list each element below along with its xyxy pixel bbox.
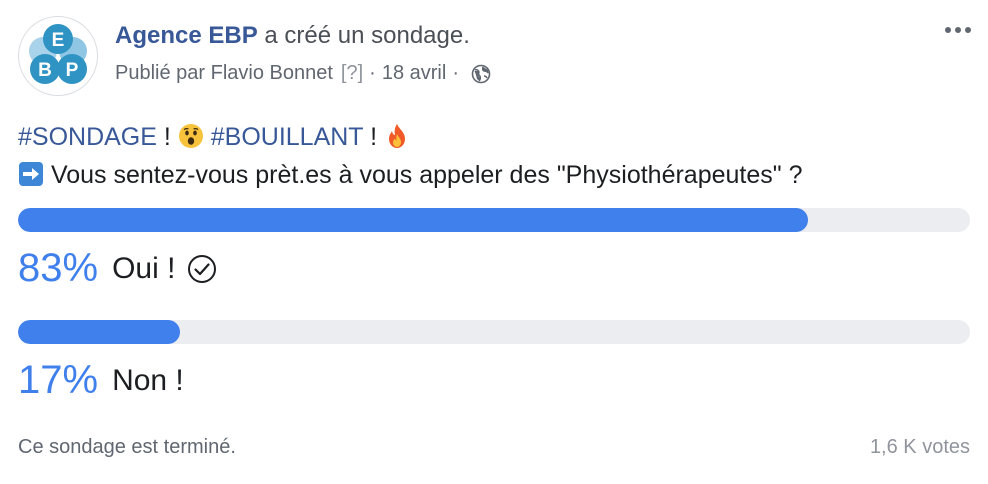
hashtag-sondage-link[interactable]: #SONDAGE [18,123,157,151]
hashtag-bouillant-link[interactable]: #BOUILLANT [211,123,363,151]
surprised-face-emoji [178,124,203,148]
fire-emoji [389,124,405,148]
meta-separator: · [369,62,376,84]
more-options-button[interactable] [940,18,976,42]
author-action: a créé un sondage. [264,22,470,49]
more-dot [965,27,971,33]
poll-option-non[interactable]: 17% Non ! [18,358,184,403]
post-line-1: #SONDAGE ! #BOUILLANT ! [18,118,803,156]
right-arrow-emoji [19,162,43,186]
author-name-link[interactable]: Agence EBP [115,22,258,49]
poll-status: Ce sondage est terminé. [18,436,236,458]
poll-fill-oui [18,208,809,232]
published-by: Publié par Flavio Bonnet [115,62,333,84]
more-dot [955,27,961,33]
poll-fill-non [18,320,180,344]
post-date-link[interactable]: 18 avril [382,62,446,85]
author-line: Agence EBP a créé un sondage. [115,22,470,50]
exclamation-1: ! [156,123,171,151]
vote-count-link[interactable]: 1,6 K votes [870,436,970,459]
avatar[interactable]: E B P [18,16,98,96]
avatar-letter-p: P [66,60,79,81]
post-meta: Publié par Flavio Bonnet [?] · 18 avril … [115,62,491,85]
more-dots-icon [945,27,951,33]
meta-separator: · [452,62,459,84]
poll-option-oui[interactable]: 83% Oui ! [18,246,217,291]
post-line-2: Vous sentez-vous prèt.es à vous appeler … [18,156,803,194]
poll-option-bar-non[interactable] [18,320,970,344]
avatar-letter-b: B [38,60,52,81]
check-circle-icon [187,254,217,284]
avatar-letter-e: E [52,30,65,51]
unknown-marker[interactable]: [?] [341,62,363,85]
post-text: #SONDAGE ! #BOUILLANT ! Vous sentez-vous… [18,118,803,194]
poll-post: E B P Agence EBP a créé un sondage. Publ… [0,0,988,484]
globe-icon[interactable] [471,64,491,84]
poll-question: Vous sentez-vous prèt.es à vous appeler … [50,161,803,189]
poll-percent-oui: 83% [18,246,99,290]
poll-label-non: Non ! [112,363,184,397]
poll-option-bar-oui[interactable] [18,208,970,232]
poll-percent-non: 17% [18,358,99,402]
agence-ebp-logo: E B P [29,24,87,84]
poll-label-oui: Oui ! [112,251,176,285]
exclamation-2: ! [363,123,378,151]
